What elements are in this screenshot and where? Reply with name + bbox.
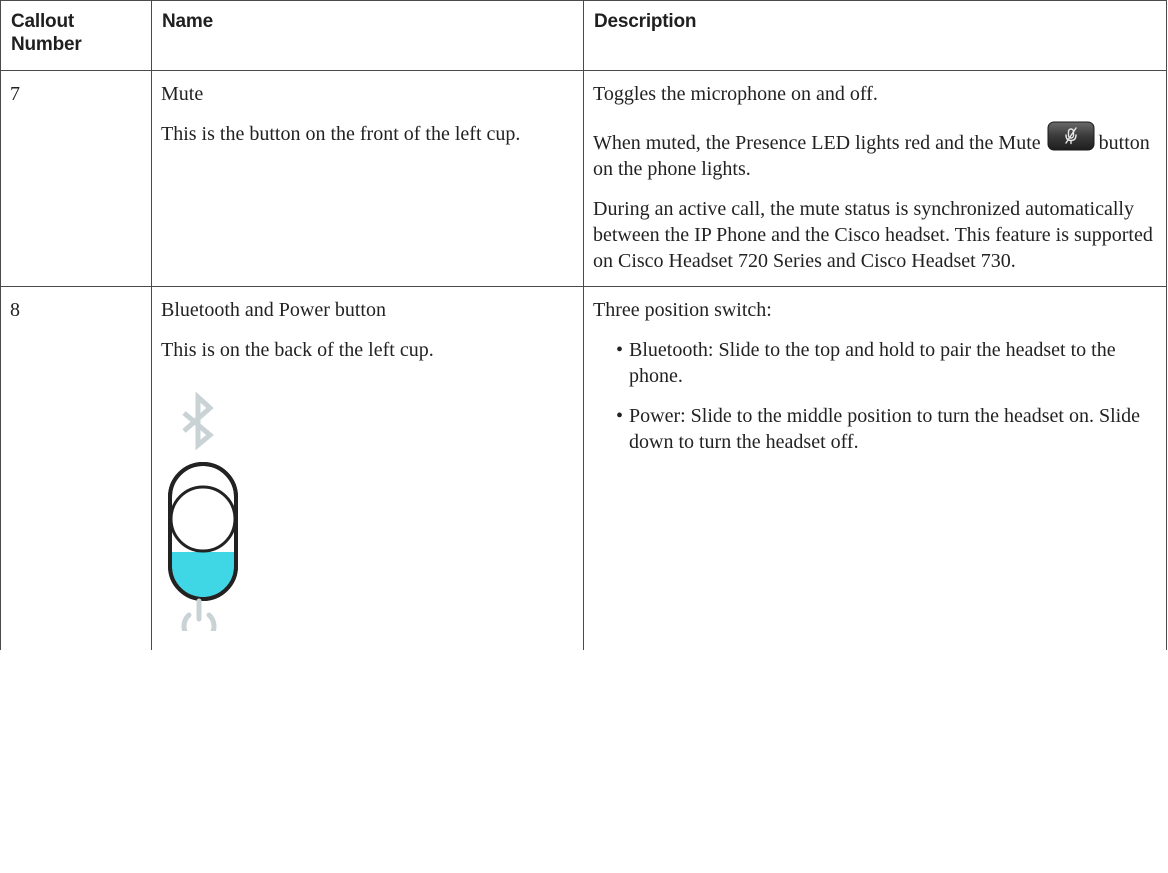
header-name: Name xyxy=(151,0,584,71)
description-paragraph: When muted, the Presence LED lights red … xyxy=(593,121,1158,182)
header-description: Description xyxy=(583,0,1167,71)
bluetooth-icon xyxy=(182,391,214,451)
callout-number-cell: 7 xyxy=(0,70,152,287)
switch-options-list: Bluetooth: Slide to the top and hold to … xyxy=(593,337,1158,455)
list-item: Bluetooth: Slide to the top and hold to … xyxy=(616,337,1158,389)
callout-number-cell: 8 xyxy=(0,286,152,650)
control-name: Mute xyxy=(161,83,204,105)
list-item: Power: Slide to the middle position to t… xyxy=(616,403,1158,455)
three-position-switch-icon xyxy=(168,462,238,601)
name-cell: Mute This is the button on the front of … xyxy=(151,70,584,287)
mute-key-icon xyxy=(1047,121,1095,151)
table-header-row: Callout Number Name Description xyxy=(0,0,1167,71)
control-name: Bluetooth and Power button xyxy=(161,299,386,321)
control-location-note: This is the button on the front of the l… xyxy=(161,123,521,145)
description-cell: Three position switch: Bluetooth: Slide … xyxy=(583,286,1167,650)
header-callout-number: Callout Number xyxy=(0,0,152,71)
description-paragraph: Toggles the microphone on and off. xyxy=(593,83,878,105)
switch-diagram xyxy=(168,391,238,644)
description-text: When muted, the Presence LED lights red … xyxy=(593,132,1041,154)
callout-table: Callout Number Name Description 7 Mute Th… xyxy=(0,0,1167,650)
description-paragraph: During an active call, the mute status i… xyxy=(593,198,1153,272)
description-paragraph: Three position switch: xyxy=(593,299,772,321)
table-row: 8 Bluetooth and Power button This is on … xyxy=(0,286,1167,650)
control-location-note: This is on the back of the left cup. xyxy=(161,339,434,361)
name-cell: Bluetooth and Power button This is on th… xyxy=(151,286,584,650)
description-cell: Toggles the microphone on and off. When … xyxy=(583,70,1167,287)
table-row: 7 Mute This is the button on the front o… xyxy=(0,70,1167,287)
power-icon xyxy=(181,598,217,644)
